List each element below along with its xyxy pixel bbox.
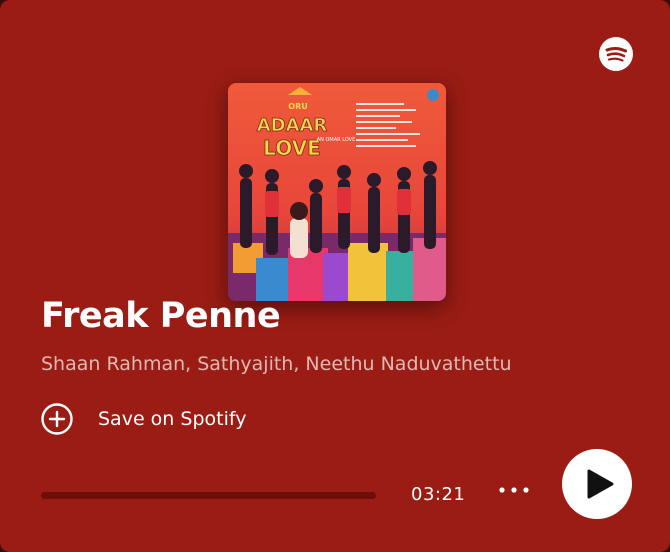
- plus-circle-icon: [41, 403, 73, 435]
- more-horizontal-icon: [499, 487, 529, 493]
- spotify-icon[interactable]: [599, 37, 633, 71]
- track-artists[interactable]: Shaan Rahman, Sathyajith, Neethu Naduvat…: [41, 350, 512, 378]
- cover-title-love: LOVE: [263, 136, 321, 160]
- cover-title-top: ORU: [288, 102, 307, 111]
- play-icon: [587, 469, 614, 499]
- album-cover[interactable]: ORU ADAAR LOVE AN OMAR LOVE: [228, 83, 446, 301]
- track-duration: 03:21: [411, 484, 466, 505]
- progress-bar[interactable]: [41, 492, 376, 499]
- spotify-embed-player: ORU ADAAR LOVE AN OMAR LOVE Freak Penne …: [0, 0, 670, 552]
- more-options-button[interactable]: [496, 479, 532, 501]
- track-title[interactable]: Freak Penne: [41, 292, 281, 340]
- play-button[interactable]: [562, 449, 632, 519]
- cover-title: ADAAR: [257, 115, 328, 136]
- save-on-spotify-button[interactable]: Save on Spotify: [41, 401, 246, 437]
- save-label: Save on Spotify: [98, 408, 247, 430]
- cover-subtitle: AN OMAR LOVE: [317, 137, 356, 143]
